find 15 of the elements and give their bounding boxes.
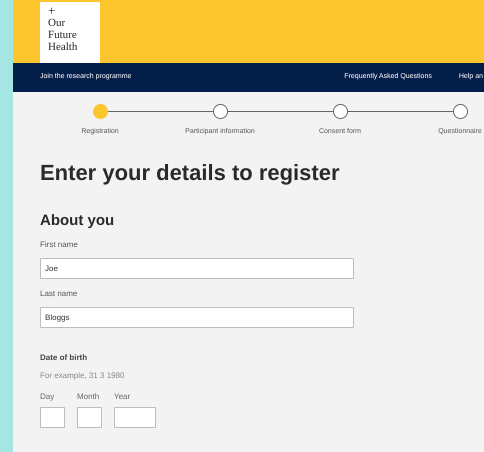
date-input[interactable]	[77, 406, 102, 428]
field-label: Last name	[40, 288, 78, 300]
hint-text: For example, 31 3 1980	[40, 370, 126, 382]
field-legend: Date of birth	[40, 352, 484, 364]
text-input[interactable]: Bloggs	[40, 306, 354, 328]
date-part-label: Month	[77, 390, 100, 403]
field-label: First name	[40, 238, 79, 251]
date-input[interactable]	[40, 406, 65, 428]
section-heading: About you	[40, 212, 116, 230]
logo[interactable]: + Our Future Health	[40, 2, 100, 63]
page-title: Enter your details to register	[40, 160, 341, 186]
text-input[interactable]: Joe	[40, 258, 354, 279]
date-part-label: Day	[40, 390, 56, 403]
date-input[interactable]	[114, 406, 156, 428]
date-part-label: Year	[114, 390, 132, 403]
